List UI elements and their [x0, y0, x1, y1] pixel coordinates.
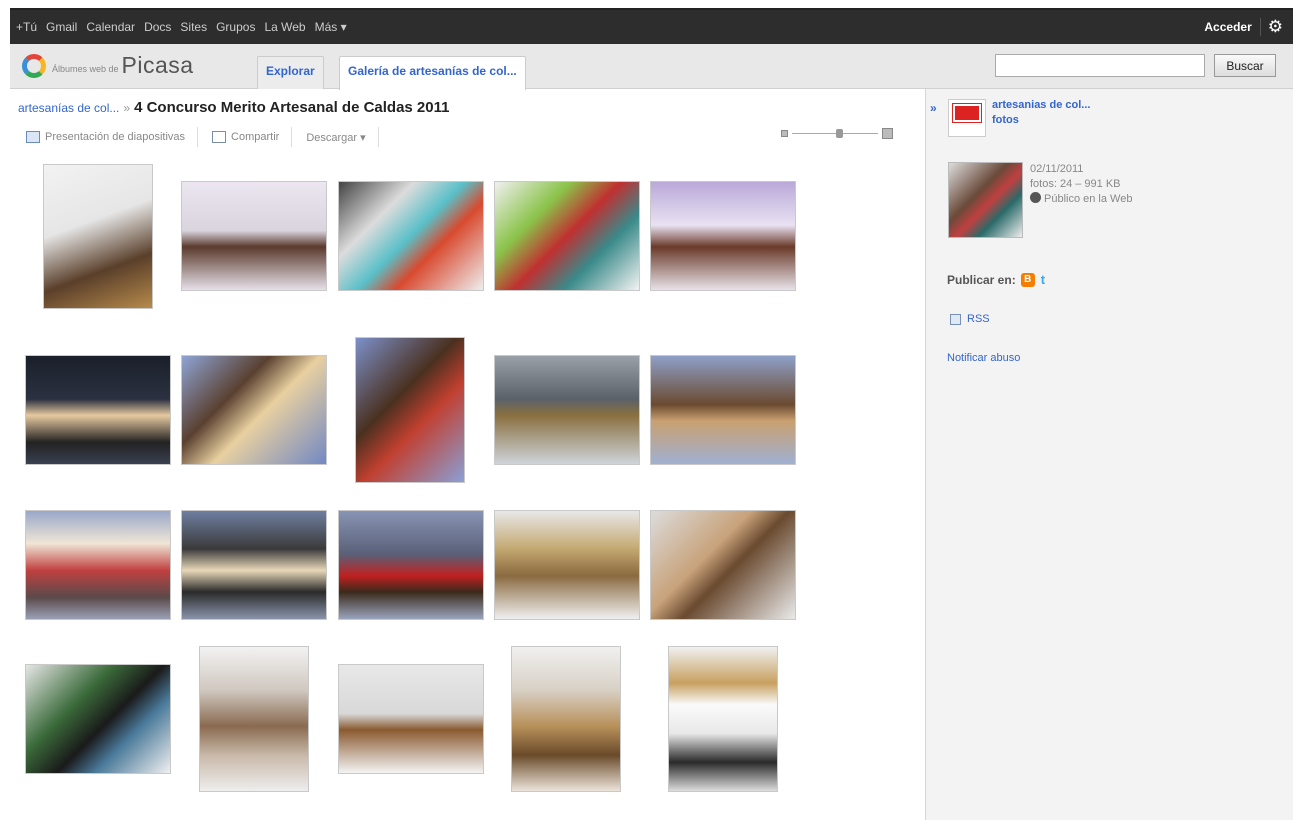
globe-icon — [1030, 192, 1041, 203]
photo-thumbnail[interactable] — [650, 510, 796, 620]
blogger-icon[interactable]: B — [1020, 272, 1035, 287]
collapse-sidebar-icon[interactable]: » — [930, 101, 937, 115]
album-visibility: Público en la Web — [1030, 192, 1132, 207]
rss-label: RSS — [967, 313, 990, 325]
breadcrumb-parent[interactable]: artesanías de col... — [18, 101, 119, 115]
owner-photos-link[interactable]: fotos — [992, 114, 1019, 126]
album-info: 02/11/2011 fotos: 24 – 991 KB Público en… — [1030, 162, 1132, 207]
rss-icon — [950, 313, 961, 325]
logo-title: Picasa — [121, 52, 194, 78]
photo-thumbnail[interactable] — [494, 510, 640, 620]
slideshow-label: Presentación de diapositivas — [45, 131, 186, 143]
photo-thumbnail[interactable] — [650, 355, 796, 465]
signin-link[interactable]: Acceder — [1204, 20, 1251, 34]
small-thumbs-icon[interactable] — [781, 129, 788, 137]
photo-thumbnail[interactable] — [25, 664, 171, 774]
twitter-icon[interactable]: t — [1041, 272, 1045, 287]
mail-icon — [212, 131, 227, 143]
publish-section: Publicar en: B t — [947, 272, 1045, 287]
album-cover — [948, 162, 1023, 238]
album-date: 02/11/2011 — [1030, 163, 1084, 175]
gear-icon[interactable]: ⚙ — [1259, 18, 1283, 36]
photo-thumbnail[interactable] — [494, 355, 640, 465]
slideshow-button[interactable]: Presentación de diapositivas — [26, 127, 199, 147]
slideshow-icon — [26, 131, 40, 143]
download-label: Descargar ▾ — [306, 131, 366, 144]
photo-thumbnail[interactable] — [338, 664, 484, 774]
album-sidebar: » artesanias de col... fotos 02/11/2011 … — [925, 89, 1293, 820]
album-title: 4 Concurso Merito Artesanal de Caldas 20… — [134, 99, 450, 116]
large-thumbs-icon[interactable] — [882, 127, 893, 139]
link-gmail[interactable]: Gmail — [46, 20, 77, 34]
link-sites[interactable]: Sites — [180, 20, 207, 34]
album-toolbar: Presentación de diapositivas Compartir D… — [26, 126, 393, 148]
share-button[interactable]: Compartir — [212, 127, 293, 147]
picasa-logo-icon — [22, 53, 46, 78]
picasa-logo[interactable]: Álbumes web de Picasa — [22, 52, 194, 79]
photo-thumbnail[interactable] — [338, 510, 484, 620]
share-label: Compartir — [231, 131, 280, 143]
owner-avatar[interactable] — [948, 99, 986, 137]
photo-thumbnail[interactable] — [199, 646, 309, 792]
logo-subtitle: Álbumes web de — [52, 63, 119, 74]
photo-thumbnail[interactable] — [181, 181, 327, 291]
photo-thumbnail[interactable] — [338, 181, 484, 291]
photo-thumbnail[interactable] — [355, 337, 465, 483]
search-button[interactable]: Buscar — [1214, 54, 1276, 77]
photo-thumbnail[interactable] — [511, 646, 621, 792]
photo-thumbnail[interactable] — [650, 181, 796, 291]
slider-track[interactable] — [792, 128, 878, 138]
link-web[interactable]: La Web — [264, 20, 305, 34]
tab-gallery[interactable]: Galería de artesanías de col... — [339, 56, 526, 90]
slider-knob[interactable] — [836, 128, 843, 138]
breadcrumb: artesanías de col... » 4 Concurso Merito A… — [18, 99, 449, 116]
photo-thumbnail[interactable] — [25, 355, 171, 465]
link-more[interactable]: Más ▾ — [315, 20, 347, 34]
photo-thumbnail[interactable] — [668, 646, 778, 792]
thumbnail-size-slider[interactable] — [781, 126, 893, 140]
album-stats: fotos: 24 – 991 KB — [1030, 178, 1121, 190]
link-docs[interactable]: Docs — [144, 20, 171, 34]
google-bar: +Tú Gmail Calendar Docs Sites Grupos La … — [10, 8, 1293, 44]
tab-explore[interactable]: Explorar — [257, 56, 324, 89]
link-calendar[interactable]: Calendar — [86, 20, 135, 34]
visibility-label: Público en la Web — [1044, 193, 1133, 205]
photo-thumbnail[interactable] — [494, 181, 640, 291]
download-button[interactable]: Descargar ▾ — [306, 127, 379, 147]
owner-name-link[interactable]: artesanias de col... — [992, 99, 1090, 111]
photo-thumbnail[interactable] — [181, 355, 327, 465]
rss-link[interactable]: RSS — [950, 313, 990, 325]
link-groups[interactable]: Grupos — [216, 20, 255, 34]
picasa-header: Álbumes web de Picasa Explorar Galería d… — [10, 44, 1293, 90]
photo-thumbnail[interactable] — [181, 510, 327, 620]
photo-thumbnail[interactable] — [25, 510, 171, 620]
photo-thumbnail[interactable] — [43, 164, 153, 309]
publish-label: Publicar en: — [947, 272, 1016, 287]
search-input[interactable] — [995, 54, 1205, 77]
breadcrumb-separator: » — [123, 101, 131, 115]
report-abuse-link[interactable]: Notificar abuso — [947, 352, 1020, 364]
link-plus-you[interactable]: +Tú — [16, 20, 37, 34]
